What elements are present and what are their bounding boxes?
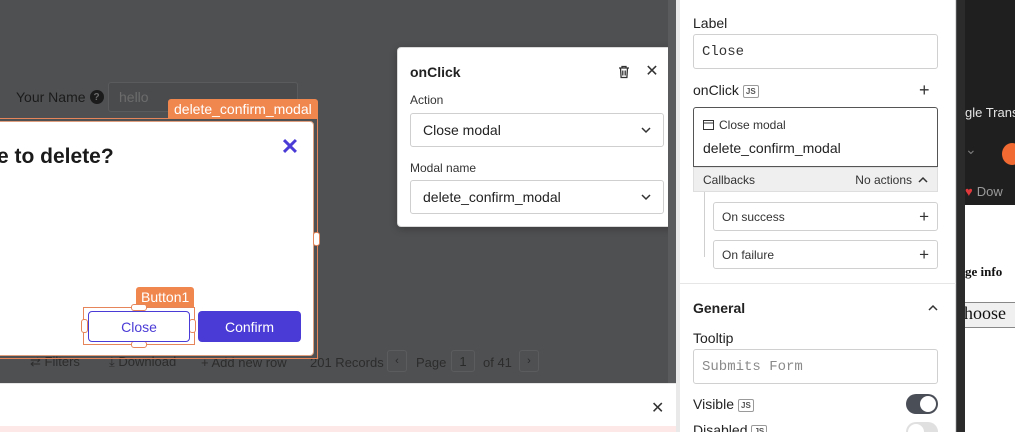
background-window-toolbar: gle Transl ⌄ ♥ Dow [965,0,1015,205]
tooltip-input[interactable]: Submits Form [693,349,938,384]
name-field-label: Your Name ? [16,89,104,105]
confirm-button[interactable]: Confirm [198,311,301,342]
page-label: Page [416,354,447,370]
app-canvas: Your Name ? hello ⇄ Filters ⤓ Download +… [0,0,676,383]
extension-icon[interactable] [1002,143,1015,165]
add-action-icon[interactable]: + [919,81,930,99]
modal-name-value: delete_confirm_modal [423,189,561,205]
on-failure-label: On failure [722,247,775,262]
popover-close-icon[interactable]: ✕ [644,62,660,80]
error-strip [0,426,676,432]
disabled-label-text: Disabled [693,422,748,432]
close-icon[interactable]: ✕ [279,136,301,158]
on-success-callback[interactable]: On success + [713,202,938,231]
action-target: delete_confirm_modal [703,140,841,156]
visible-label-text: Visible [693,396,734,412]
general-title: General [693,300,746,316]
modal-widget-tag[interactable]: delete_confirm_modal [168,99,318,119]
callbacks-tree-line [704,192,705,257]
popover-title: onClick [410,64,461,80]
onclick-label-text: onClick [693,82,739,98]
resize-handle-bottom[interactable] [131,341,147,348]
chevron-up-icon [928,304,938,311]
bottom-bar: ✕ [0,383,676,432]
heart-icon: ♥ [965,184,973,199]
label-field-label: Label [693,15,728,31]
records-count: 201 Records [310,354,384,370]
resize-handle-right[interactable] [313,232,320,246]
callbacks-label: Callbacks [703,172,756,187]
on-success-label: On success [722,209,785,224]
next-page-button[interactable]: › [519,350,539,372]
toggle-knob [920,396,936,412]
callbacks-status: No actions [855,172,912,187]
action-type: Close modal [703,118,786,132]
toggle-knob [908,424,924,432]
background-window: gle Transl ⌄ ♥ Dow ge info hoose [965,0,1015,432]
download-link-text: Dow [976,184,1003,199]
modal-name-label: Modal name [410,161,477,175]
visible-label: Visible JS [693,396,754,412]
general-section-header[interactable]: General [693,300,938,316]
dropdown-icon[interactable]: ⌄ [965,141,977,158]
chevron-up-icon [918,176,928,183]
background-tab-title[interactable]: gle Transl [965,105,1015,120]
window-gap [957,0,965,432]
property-pane: Label Close onClick JS + Close modal dele… [680,0,956,432]
chevron-down-icon [641,127,651,134]
section-divider [680,283,956,284]
background-page-text: ge info [965,264,1003,279]
prev-page-button[interactable]: ‹ [387,350,407,372]
disabled-toggle[interactable] [906,422,938,432]
choose-file-button[interactable]: hoose [965,302,1015,328]
modal-name-select[interactable]: delete_confirm_modal [410,180,664,214]
tooltip-label: Tooltip [693,330,734,346]
resize-handle-top[interactable] [131,304,147,311]
action-select[interactable]: Close modal [410,113,664,147]
resize-handle-right[interactable] [189,319,196,333]
modal-title: e to delete? [0,145,114,168]
onclick-label: onClick JS [693,82,759,98]
add-failure-icon[interactable]: + [919,246,929,263]
help-icon: ? [89,90,104,104]
page-total: of 41 [483,354,512,370]
name-label-text: Your Name [16,89,86,105]
action-label: Action [410,93,444,107]
download-link[interactable]: ♥ Dow [965,184,1003,199]
close-button[interactable]: Close [88,311,190,342]
label-input[interactable]: Close [693,34,938,69]
callbacks-header[interactable]: Callbacks No actions [693,167,938,192]
onclick-action-card[interactable]: Close modal delete_confirm_modal [693,107,938,167]
trash-icon[interactable] [616,64,632,80]
bottom-close-icon[interactable]: ✕ [651,398,664,418]
js-toggle[interactable]: JS [751,424,768,432]
on-failure-callback[interactable]: On failure + [713,240,938,269]
action-select-value: Close modal [423,122,501,138]
resize-handle-left[interactable] [81,319,88,333]
chevron-down-icon [641,194,651,201]
js-toggle[interactable]: JS [738,398,754,412]
onclick-popover: onClick ✕ Action Close modal Modal name … [397,47,676,227]
js-toggle[interactable]: JS [742,84,759,98]
add-success-icon[interactable]: + [919,208,929,225]
disabled-label: Disabled JS [693,422,768,432]
canvas-scrollbar[interactable] [668,0,676,383]
page-number-input[interactable]: 1 [451,350,475,372]
modal-icon [703,120,714,130]
visible-toggle[interactable] [906,394,938,414]
action-type-text: Close modal [719,118,786,132]
